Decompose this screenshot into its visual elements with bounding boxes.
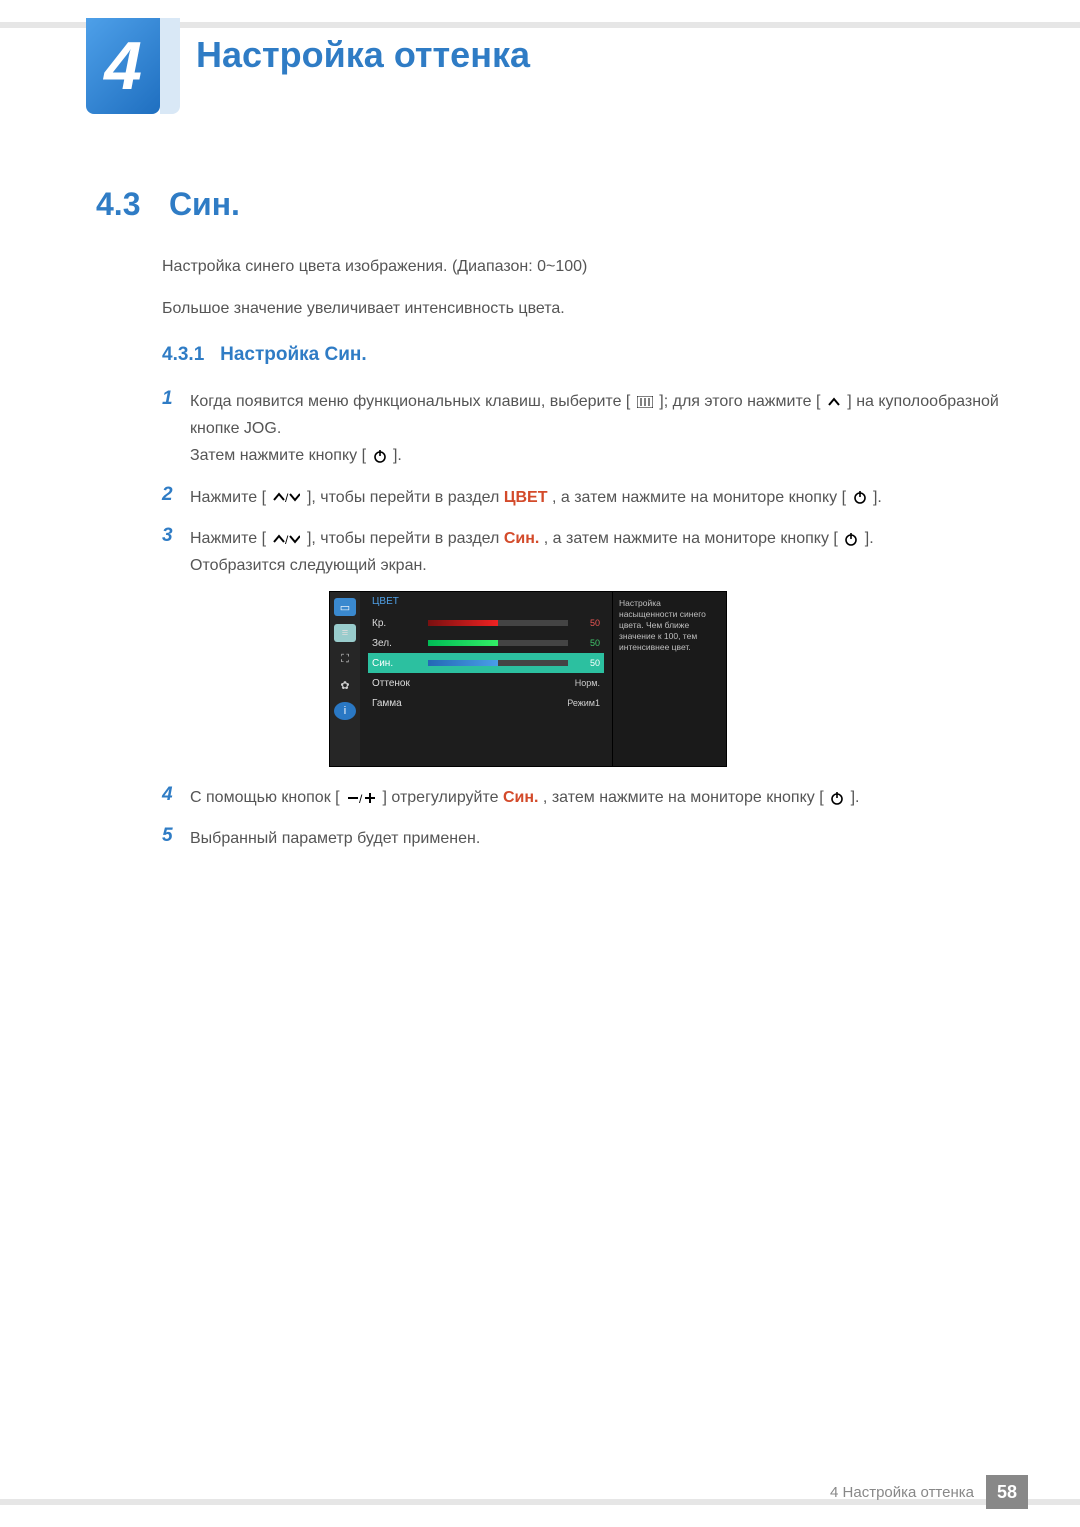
step-num: 4: [162, 784, 190, 811]
text: Нажмите [: [190, 530, 266, 547]
osd-row-hue: Оттенок Норм.: [368, 673, 604, 693]
footer-text: 4 Настройка оттенка: [830, 1484, 974, 1501]
steps-list: 1 Когда появится меню функциональных кла…: [162, 388, 1000, 593]
text: ], чтобы перейти в раздел: [307, 530, 504, 547]
osd-sidebar: ▭ ≡ ⛶ ✿ i: [330, 592, 360, 766]
osd-value: 50: [576, 658, 600, 668]
osd-menu: ▭ ≡ ⛶ ✿ i ЦВЕТ Кр. 50 Зел. 50 Син. 50 От…: [330, 592, 726, 766]
chapter-badge-side: [160, 18, 180, 114]
osd-nav-info-icon: i: [334, 702, 356, 720]
intro-paragraph-1: Настройка синего цвета изображения. (Диа…: [162, 254, 1000, 280]
step-body: Когда появится меню функциональных клави…: [190, 388, 1000, 470]
text: ].: [393, 447, 402, 464]
osd-row-gamma: Гамма Режим1: [368, 693, 604, 713]
osd-value: Режим1: [524, 698, 600, 708]
text: С помощью кнопок [: [190, 789, 340, 806]
text: Затем нажмите кнопку [: [190, 447, 366, 464]
subsection-heading: 4.3.1 Настройка Син.: [162, 344, 367, 366]
up-arrow-icon: [825, 397, 843, 407]
chapter-number: 4: [104, 27, 142, 105]
osd-label: Гамма: [372, 698, 428, 709]
power-icon: [828, 791, 846, 805]
osd-value: 50: [576, 618, 600, 628]
osd-nav-color-icon: ≡: [334, 624, 356, 642]
text: ].: [865, 530, 874, 547]
text: ].: [851, 789, 860, 806]
up-down-arrow-icon: /: [270, 533, 302, 545]
power-icon: [371, 449, 389, 463]
chapter-badge: 4: [86, 18, 160, 114]
text: ]; для этого нажмите [: [659, 393, 820, 410]
step-5: 5 Выбранный параметр будет применен.: [162, 825, 1000, 852]
osd-title: ЦВЕТ: [368, 596, 604, 607]
osd-main: ЦВЕТ Кр. 50 Зел. 50 Син. 50 Оттенок Норм…: [360, 592, 612, 766]
menu-icon: [635, 396, 655, 408]
text: Когда появится меню функциональных клави…: [190, 393, 630, 410]
section-number: 4.3: [96, 186, 140, 222]
footer-page-number: 58: [986, 1475, 1028, 1509]
osd-slider-blue: [428, 660, 568, 666]
osd-info-panel: Настройка насыщенности синего цвета. Чем…: [612, 592, 726, 766]
subsection-number: 4.3.1: [162, 344, 204, 365]
osd-slider-green: [428, 640, 568, 646]
svg-text:/: /: [285, 491, 289, 503]
text: , затем нажмите на мониторе кнопку [: [543, 789, 824, 806]
text: Отобразится следующий экран.: [190, 557, 427, 574]
step-body: Выбранный параметр будет применен.: [190, 825, 480, 852]
osd-label: Оттенок: [372, 678, 428, 689]
step-body: Нажмите [ / ], чтобы перейти в раздел Си…: [190, 525, 874, 579]
text: ] отрегулируйте: [383, 789, 503, 806]
up-down-arrow-icon: /: [270, 491, 302, 503]
osd-slider-red: [428, 620, 568, 626]
keyword-color: ЦВЕТ: [504, 489, 548, 506]
keyword-blue: Син.: [503, 789, 539, 806]
step-num: 3: [162, 525, 190, 579]
osd-label: Кр.: [372, 618, 428, 629]
power-icon: [851, 490, 869, 504]
text: Нажмите [: [190, 489, 266, 506]
subsection-title: Настройка Син.: [220, 344, 367, 365]
page-footer: 4 Настройка оттенка 58: [830, 1475, 1028, 1509]
osd-value: 50: [576, 638, 600, 648]
text: , а затем нажмите на мониторе кнопку [: [552, 489, 846, 506]
text: ].: [873, 489, 882, 506]
osd-nav-picture-icon: ▭: [334, 598, 356, 616]
text: ], чтобы перейти в раздел: [307, 489, 504, 506]
steps-list-continued: 4 С помощью кнопок [ / ] отрегулируйте С…: [162, 784, 1000, 866]
section-heading: 4.3 Син.: [96, 186, 240, 223]
step-body: С помощью кнопок [ / ] отрегулируйте Син…: [190, 784, 859, 811]
step-3: 3 Нажмите [ / ], чтобы перейти в раздел …: [162, 525, 1000, 579]
svg-text:/: /: [285, 533, 289, 545]
osd-row-green: Зел. 50: [368, 633, 604, 653]
osd-value: Норм.: [524, 678, 600, 688]
step-num: 2: [162, 484, 190, 511]
osd-row-blue-selected: Син. 50: [368, 653, 604, 673]
text: , а затем нажмите на мониторе кнопку [: [544, 530, 838, 547]
chapter-title: Настройка оттенка: [196, 34, 530, 76]
osd-nav-settings-icon: ✿: [334, 676, 356, 694]
intro-paragraph-2: Большое значение увеличивает интенсивнос…: [162, 296, 1000, 322]
svg-text:/: /: [359, 792, 363, 804]
section-title: Син.: [169, 186, 240, 222]
keyword-blue: Син.: [504, 530, 540, 547]
osd-label: Син.: [372, 658, 428, 669]
step-1: 1 Когда появится меню функциональных кла…: [162, 388, 1000, 470]
osd-nav-resize-icon: ⛶: [334, 650, 356, 668]
osd-label: Зел.: [372, 638, 428, 649]
minus-plus-icon: /: [344, 792, 378, 804]
step-4: 4 С помощью кнопок [ / ] отрегулируйте С…: [162, 784, 1000, 811]
osd-row-red: Кр. 50: [368, 613, 604, 633]
power-icon: [842, 532, 860, 546]
step-num: 5: [162, 825, 190, 852]
step-body: Нажмите [ / ], чтобы перейти в раздел ЦВ…: [190, 484, 882, 511]
step-2: 2 Нажмите [ / ], чтобы перейти в раздел …: [162, 484, 1000, 511]
step-num: 1: [162, 388, 190, 470]
